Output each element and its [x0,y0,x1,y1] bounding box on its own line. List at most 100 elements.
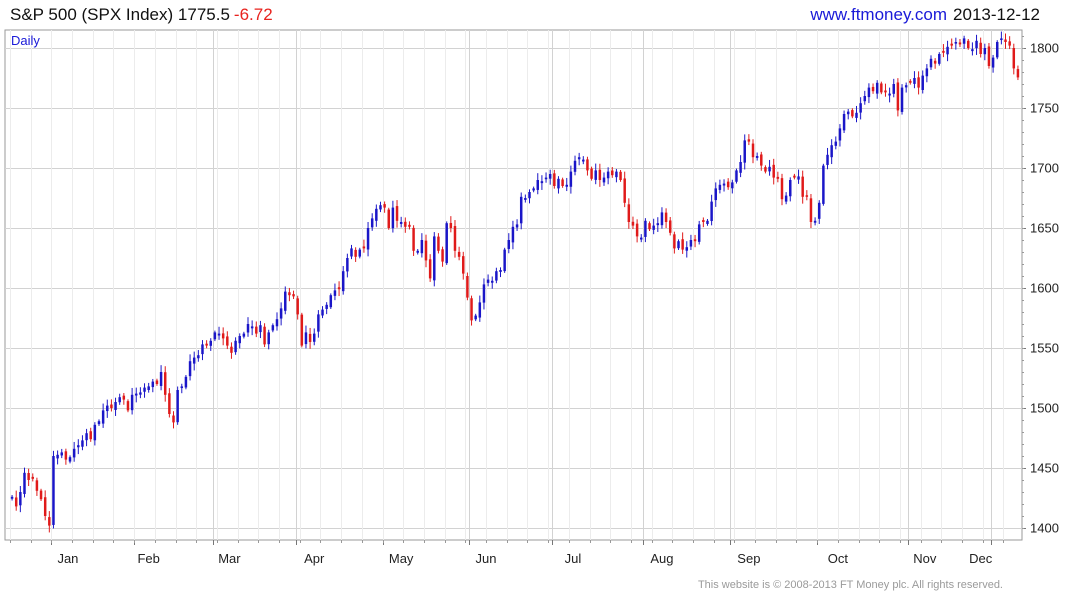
candle-up [234,340,237,353]
candle-up [818,202,821,219]
candle-up [838,128,842,141]
candle-down [1004,39,1007,42]
x-tick-label: May [389,551,414,566]
candle-up [954,42,958,44]
candle-down [1008,41,1011,46]
y-tick-label: 1400 [1030,521,1059,536]
candle-down [917,77,920,88]
candle-down [221,333,225,339]
candle-up [445,223,448,264]
candle-down [424,240,428,261]
candle-down [760,154,763,166]
candle-down [14,497,18,507]
candle-up [213,332,217,340]
candle-up [139,392,142,395]
candle-up [325,304,328,309]
x-tick-label: Dec [969,551,993,566]
candle-down [172,415,175,423]
candle-up [735,170,738,182]
candle-up [813,220,817,223]
candle-down [205,343,208,346]
candle-up [197,355,200,359]
candle-down [780,178,784,200]
x-tick-label: Nov [913,551,937,566]
y-tick-label: 1600 [1030,281,1059,296]
candle-up [507,240,511,249]
candle-down [933,60,937,64]
candle-up [557,178,560,189]
candle-up [962,38,966,44]
candle-down [851,110,854,117]
candle-up [797,176,800,180]
candle-down [39,490,43,500]
x-tick-label: Mar [218,551,241,566]
candle-up [946,46,949,55]
candle-down [884,90,887,93]
candle-up [718,184,722,190]
candle-down [263,326,266,345]
candle-down [979,42,982,54]
candle-up [789,180,792,197]
candle-up [106,405,109,412]
candle-up [490,280,494,283]
candle-down [942,50,945,53]
candle-up [85,433,88,441]
candle-up [855,112,858,118]
candle-up [279,308,283,319]
y-tick-label: 1700 [1030,161,1059,176]
candle-down [764,167,767,172]
candle-up [532,188,535,191]
candle-up [697,224,701,242]
candle-down [1016,69,1020,78]
candle-down [793,175,796,178]
candle-up [938,54,941,64]
candle-up [499,270,502,272]
candle-down [300,314,304,346]
candle-down [681,239,684,250]
candle-up [238,336,241,344]
candle-down [880,83,883,93]
candle-up [983,48,987,55]
period-label: Daily [11,33,40,48]
candle-up [739,162,742,173]
candle-up [478,302,482,318]
candle-up [615,171,618,178]
candle-up [565,184,568,187]
candle-up [867,87,871,98]
candle-down [362,246,366,249]
candle-up [755,156,759,158]
candle-up [495,271,498,281]
candle-up [685,247,689,251]
copyright-notice: This website is © 2008-2013 FT Money plc… [697,579,1003,591]
candle-down [387,209,390,228]
candle-down [772,164,775,178]
candle-up [743,140,746,163]
candle-down [702,220,705,222]
x-tick-label: Jan [57,551,78,566]
candle-down [308,333,312,342]
candle-down [383,204,386,208]
candle-down [457,251,461,257]
candle-up [888,93,891,96]
candle-up [259,325,262,333]
y-tick-label: 1800 [1030,41,1059,56]
candle-up [602,177,606,183]
candle-up [929,58,933,68]
candle-up [366,228,370,250]
candle-down [668,220,672,233]
x-tick-label: Apr [304,551,325,566]
candle-down [354,249,357,257]
candle-up [114,402,117,410]
candle-down [776,176,780,179]
candle-up [971,49,974,52]
candle-down [631,221,635,226]
candle-up [267,332,270,345]
candle-up [135,393,138,396]
candle-down [950,43,953,46]
x-tick-label: Feb [137,551,159,566]
candle-up [284,291,287,311]
candle-down [292,294,295,297]
candle-up [321,309,324,316]
candle-down [437,236,440,251]
candle-up [975,40,978,49]
